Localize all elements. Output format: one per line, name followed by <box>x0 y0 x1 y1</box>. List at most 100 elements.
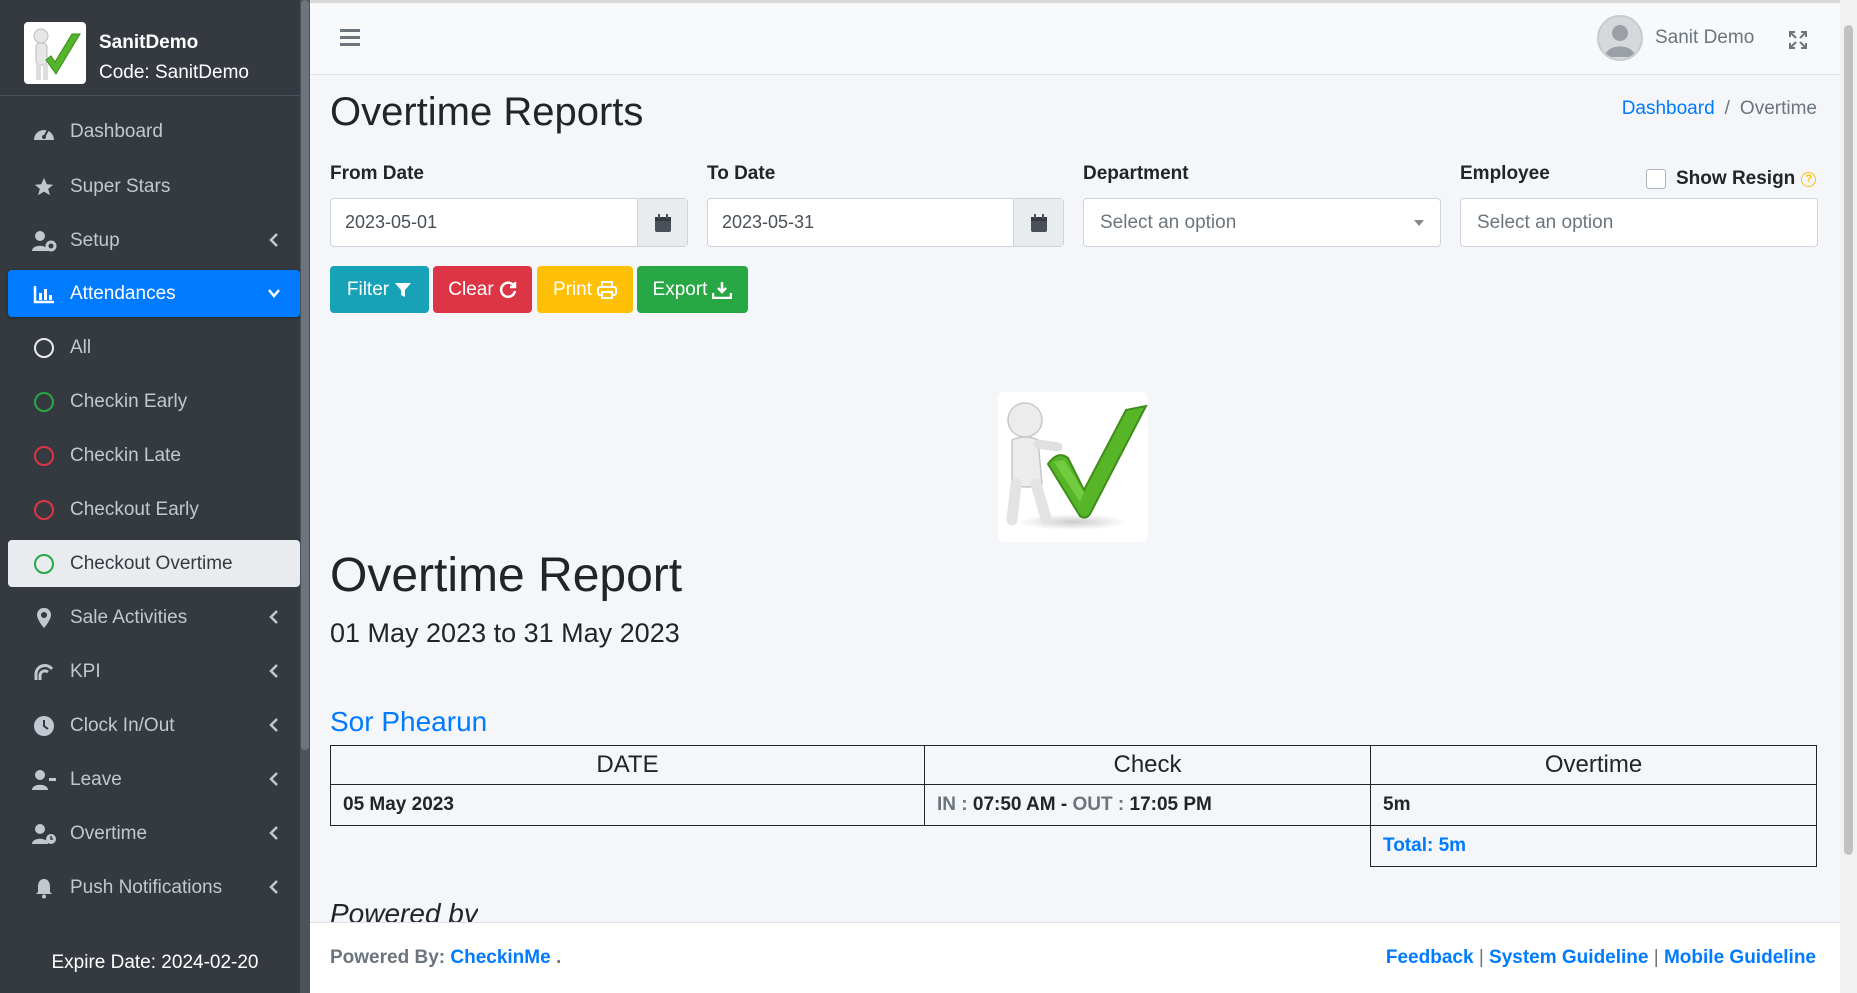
sidebar-item-label: Leave <box>70 768 122 790</box>
caret-down-icon <box>1414 220 1424 226</box>
sidebar-item-sale-activities[interactable]: Sale Activities <box>8 594 300 641</box>
sidebar-item-label: Push Notifications <box>70 876 223 898</box>
print-button-label: Print <box>552 278 593 300</box>
footer-separator: | <box>1653 947 1659 968</box>
show-resign-checkbox[interactable] <box>1646 169 1666 189</box>
clear-button-label: Clear <box>448 278 494 300</box>
table-header-row: DATE Check Overtime <box>330 745 1817 785</box>
out-time: 17:05 PM <box>1129 794 1212 815</box>
user-minus-icon <box>30 766 58 794</box>
filter-button-label: Filter <box>346 278 390 300</box>
circle-icon <box>30 334 58 362</box>
user-clock-icon <box>30 820 58 848</box>
clock-icon <box>30 712 58 740</box>
report-logo <box>998 392 1148 542</box>
print-button[interactable]: Print <box>537 266 633 313</box>
sidebar-item-label: Attendances <box>70 282 176 304</box>
footer-links: Feedback | System Guideline | Mobile Gui… <box>1386 947 1816 969</box>
footer-separator: | <box>1478 947 1484 968</box>
report-title: Overtime Report <box>330 549 683 602</box>
employee-label: Employee <box>1460 163 1550 184</box>
feedback-link[interactable]: Feedback <box>1386 947 1474 968</box>
breadcrumb-current: Overtime <box>1739 98 1817 119</box>
clear-button[interactable]: Clear <box>433 266 532 313</box>
print-icon <box>597 280 618 299</box>
sidebar-item-checkout-early[interactable]: Checkout Early <box>8 486 300 533</box>
help-icon[interactable]: ? <box>1801 171 1817 187</box>
refresh-icon <box>499 281 516 298</box>
sidebar-item-clock-in-out[interactable]: Clock In/Out <box>8 702 300 749</box>
sidebar-item-checkin-late[interactable]: Checkin Late <box>8 432 300 479</box>
system-guideline-link[interactable]: System Guideline <box>1489 947 1648 968</box>
brand-name: SanitDemo <box>99 32 199 53</box>
sidebar-item-label: Setup <box>70 229 120 251</box>
fullscreen-icon[interactable] <box>1788 30 1808 50</box>
mobile-guideline-link[interactable]: Mobile Guideline <box>1664 947 1816 968</box>
to-date-input[interactable]: 2023-05-31 <box>708 199 1013 246</box>
circle-icon <box>30 550 58 578</box>
sidebar-scrollbar[interactable] <box>300 0 310 993</box>
footer: Powered By: CheckinMe . Feedback | Syste… <box>310 922 1840 993</box>
sidebar-item-label: Checkin Late <box>70 444 181 466</box>
calendar-icon[interactable] <box>1013 199 1063 246</box>
check-cell: IN : 07:50 AM - OUT : 17:05 PM <box>924 784 1371 826</box>
filter-icon <box>395 282 412 297</box>
powered-dot: . <box>555 947 562 968</box>
sidebar-item-kpi[interactable]: KPI <box>8 648 300 695</box>
in-label: IN : <box>937 794 968 815</box>
menu-toggle-icon[interactable] <box>340 29 360 47</box>
calendar-icon[interactable] <box>637 199 687 246</box>
user-name: Sanit Demo <box>1655 27 1755 48</box>
from-date-field[interactable]: 2023-05-01 <box>330 198 688 247</box>
sidebar: SanitDemo Code: SanitDemo Dashboard Supe… <box>0 0 310 993</box>
user-menu[interactable]: Sanit Demo <box>1597 15 1754 61</box>
filter-button[interactable]: Filter <box>330 266 429 313</box>
sidebar-item-attendances[interactable]: Attendances <box>8 270 300 317</box>
department-placeholder: Select an option <box>1100 212 1237 233</box>
footer-powered-by: Powered By: CheckinMe . <box>330 947 561 969</box>
employee-select[interactable]: Select an option <box>1460 198 1818 247</box>
expire-date: Expire Date: 2024-02-20 <box>51 952 259 973</box>
sidebar-item-super-stars[interactable]: Super Stars <box>8 163 300 210</box>
column-header-overtime: Overtime <box>1370 745 1817 785</box>
sidebar-item-leave[interactable]: Leave <box>8 756 300 803</box>
sidebar-item-label: All <box>70 336 92 358</box>
sidebar-item-checkin-early[interactable]: Checkin Early <box>8 378 300 425</box>
sidebar-item-push-notifications[interactable]: Push Notifications <box>8 864 300 911</box>
chevron-left-icon <box>269 772 278 786</box>
brand[interactable]: SanitDemo Code: SanitDemo <box>0 0 300 96</box>
sidebar-item-overtime[interactable]: Overtime <box>8 810 300 857</box>
to-date-field[interactable]: 2023-05-31 <box>707 198 1064 247</box>
sidebar-item-all[interactable]: All <box>8 324 300 371</box>
column-header-check: Check <box>924 745 1371 785</box>
export-button[interactable]: Export <box>637 266 748 313</box>
sidebar-item-dashboard[interactable]: Dashboard <box>8 108 300 155</box>
circle-icon <box>30 442 58 470</box>
chevron-down-icon <box>268 289 280 298</box>
from-date-input[interactable]: 2023-05-01 <box>331 199 637 246</box>
star-icon <box>30 173 58 201</box>
chevron-left-icon <box>269 233 278 247</box>
chevron-left-icon <box>269 664 278 678</box>
show-resign-toggle[interactable]: Show Resign ? <box>1646 168 1817 190</box>
dash: - <box>1060 794 1068 815</box>
breadcrumb-dashboard-link[interactable]: Dashboard <box>1622 98 1715 120</box>
total-cell: Total: 5m <box>1370 825 1817 867</box>
chart-bar-icon <box>30 280 58 308</box>
department-select[interactable]: Select an option <box>1083 198 1441 247</box>
checkinme-link[interactable]: CheckinMe <box>450 947 550 968</box>
blank-cell <box>331 826 925 867</box>
sidebar-item-setup[interactable]: Setup <box>8 217 300 264</box>
page-scrollbar[interactable] <box>1840 0 1857 993</box>
employee-placeholder: Select an option <box>1477 212 1614 233</box>
sidebar-item-label: Checkin Early <box>70 390 188 412</box>
sidebar-item-checkout-overtime[interactable]: Checkout Overtime <box>8 540 300 587</box>
in-time: 07:50 AM <box>972 794 1056 815</box>
sidebar-item-label: Checkout Overtime <box>70 552 233 574</box>
bell-icon <box>30 874 58 902</box>
table-row: 05 May 2023 IN : 07:50 AM - OUT : 17:05 … <box>330 784 1817 826</box>
blank-cell <box>924 825 1371 867</box>
gauge-icon <box>30 658 58 686</box>
report-date-range: 01 May 2023 to 31 May 2023 <box>330 618 680 648</box>
overtime-cell: 5m <box>1370 784 1817 826</box>
